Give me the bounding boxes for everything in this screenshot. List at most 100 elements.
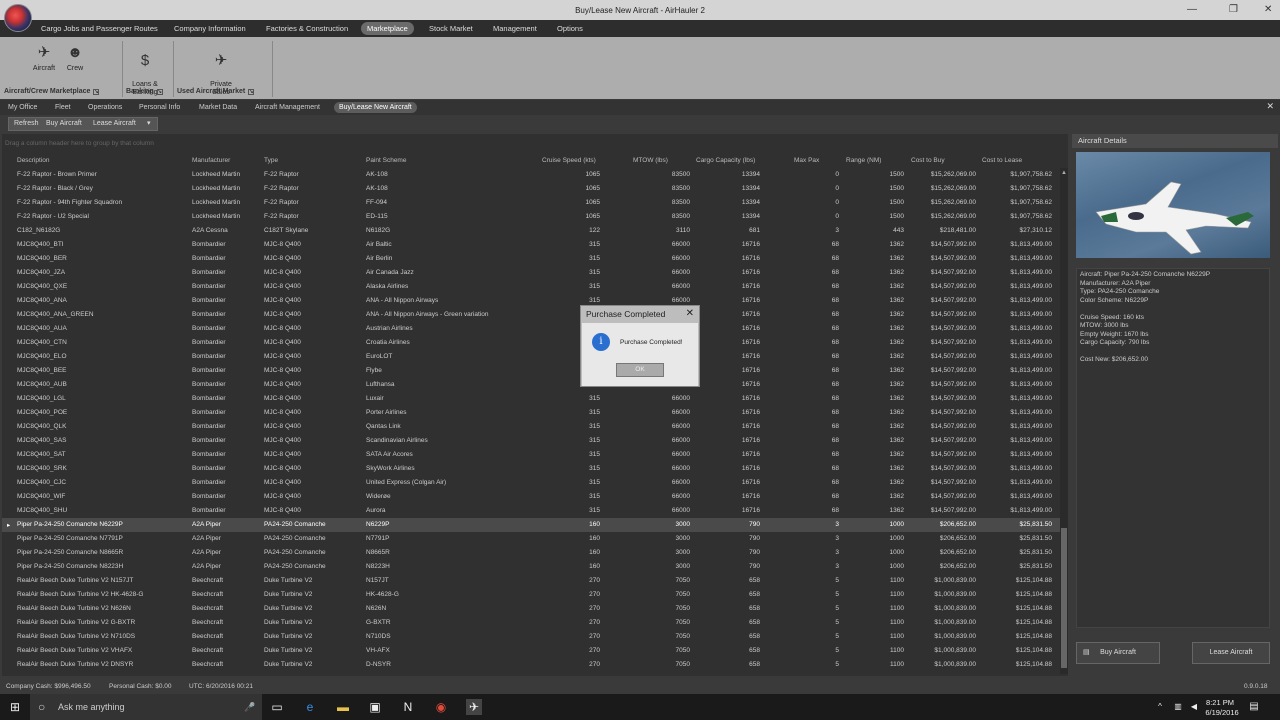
column-header[interactable]: Description — [17, 157, 50, 164]
table-row[interactable]: MJC8Q400_AUA Bombardier MJC-8 Q400 Austrian… — [2, 322, 1060, 336]
aircraft-button[interactable]: ✈ Aircraft — [28, 43, 60, 72]
menu-cargo-jobs[interactable]: Cargo Jobs and Passenger Routes — [35, 22, 164, 35]
table-row[interactable]: RealAir Beech Duke Turbine V2 N710DS Beec… — [2, 630, 1060, 644]
tab-market-data[interactable]: Market Data — [194, 102, 242, 113]
action-center-icon[interactable]: ▤ — [1246, 699, 1262, 715]
table-row[interactable]: MJC8Q400_SHU Bombardier MJC-8 Q400 Aurora 31… — [2, 504, 1060, 518]
close-window-icon[interactable]: ✕ — [1264, 4, 1272, 15]
table-row[interactable]: F-22 Raptor - 94th Fighter Squadron Lockh… — [2, 196, 1060, 210]
table-row[interactable]: MJC8Q400_SAT Bombardier MJC-8 Q400 SATA Air… — [2, 448, 1060, 462]
table-row[interactable]: RealAir Beech Duke Turbine V2 HK-4628-G B… — [2, 588, 1060, 602]
menu-marketplace[interactable]: Marketplace — [361, 22, 414, 35]
table-row[interactable]: Piper Pa-24-250 Comanche N8665R A2A Piper… — [2, 546, 1060, 560]
scroll-up-icon[interactable]: ▲ — [1061, 170, 1067, 176]
cortana-search[interactable]: ○ Ask me anything 🎤 — [30, 694, 262, 720]
table-row[interactable]: MJC8Q400_SRK Bombardier MJC-8 Q400 SkyWork … — [2, 462, 1060, 476]
table-row[interactable]: MJC8Q400_BTI Bombardier MJC-8 Q400 Air Balt… — [2, 238, 1060, 252]
crew-button[interactable]: ☻ Crew — [62, 43, 88, 72]
table-row[interactable]: MJC8Q400_QXE Bombardier MJC-8 Q400 Alaska A… — [2, 280, 1060, 294]
table-row[interactable]: RealAir Beech Duke Turbine V2 N157JT Beec… — [2, 574, 1060, 588]
tab-my-office[interactable]: My Office — [3, 102, 42, 113]
table-cell: $14,507,992.00 — [930, 423, 976, 430]
table-row[interactable]: MJC8Q400_CJC Bombardier MJC-8 Q400 United E… — [2, 476, 1060, 490]
table-row[interactable]: MJC8Q400_SAS Bombardier MJC-8 Q400 Scandina… — [2, 434, 1060, 448]
table-row[interactable]: MJC8Q400_BER Bombardier MJC-8 Q400 Air Berl… — [2, 252, 1060, 266]
menu-company-information[interactable]: Company Information — [168, 22, 252, 35]
table-row[interactable]: Piper Pa-24-250 Comanche N8223H A2A Piper… — [2, 560, 1060, 574]
menu-stock-market[interactable]: Stock Market — [423, 22, 479, 35]
minimize-icon[interactable]: — — [1187, 4, 1197, 15]
column-header[interactable]: Cargo Capacity (lbs) — [696, 157, 755, 164]
table-row[interactable]: MJC8Q400_LGL Bombardier MJC-8 Q400 Luxair 31… — [2, 392, 1060, 406]
table-row[interactable]: MJC8Q400_ANA Bombardier MJC-8 Q400 ANA - Al… — [2, 294, 1060, 308]
table-row[interactable]: MJC8Q400_POE Bombardier MJC-8 Q400 Porter A… — [2, 406, 1060, 420]
column-header[interactable]: Manufacturer — [192, 157, 230, 164]
toolbar-dropdown-icon[interactable]: ▾ — [147, 118, 151, 129]
tab-fleet[interactable]: Fleet — [50, 102, 76, 113]
close-tab-icon[interactable]: ✕ — [1266, 101, 1274, 112]
tab-aircraft-management[interactable]: Aircraft Management — [250, 102, 325, 113]
clock-date[interactable]: 6/19/2016 — [1202, 708, 1242, 717]
column-header[interactable]: Paint Scheme — [366, 157, 406, 164]
table-row[interactable]: RealAir Beech Duke Turbine V2 VHAFX Beech… — [2, 644, 1060, 658]
table-row[interactable]: MJC8Q400_ANA_GREEN Bombardier MJC-8 Q400 AN… — [2, 308, 1060, 322]
grid-scrollbar[interactable]: ▲ — [1060, 168, 1068, 674]
app-logo[interactable] — [4, 4, 32, 32]
lease-aircraft-button[interactable]: Lease Aircraft — [1192, 642, 1270, 664]
maximize-icon[interactable]: ❐ — [1229, 4, 1238, 15]
file-explorer-icon[interactable]: ▬ — [335, 699, 351, 715]
expand-icon[interactable]: ↘ — [93, 89, 100, 95]
windows-start-icon[interactable]: ⊞ — [7, 699, 23, 715]
app-n-icon[interactable]: N — [400, 699, 416, 715]
buy-aircraft-button[interactable]: ▤ Buy Aircraft — [1076, 642, 1160, 664]
volume-icon[interactable]: ◀ — [1186, 699, 1202, 715]
column-header[interactable]: Range (NM) — [846, 157, 881, 164]
table-row[interactable]: F-22 Raptor - Black / Grey Lockheed Marti… — [2, 182, 1060, 196]
table-row[interactable]: MJC8Q400_WIF Bombardier MJC-8 Q400 Widerøe 3… — [2, 490, 1060, 504]
table-row[interactable]: MJC8Q400_CTN Bombardier MJC-8 Q400 Croatia … — [2, 336, 1060, 350]
refresh-button[interactable]: Refresh — [14, 118, 39, 129]
dialog-close-icon[interactable]: ✕ — [686, 308, 694, 319]
ok-button[interactable]: OK — [616, 363, 664, 377]
network-icon[interactable]: ▥ — [1170, 699, 1186, 715]
clock-time[interactable]: 8:21 PM — [1202, 698, 1238, 707]
column-header[interactable]: Cruise Speed (kts) — [542, 157, 596, 164]
table-row[interactable]: MJC8Q400_BEEBombardierMJC-8 Q400Flybe315… — [2, 364, 1060, 378]
menu-management[interactable]: Management — [487, 22, 543, 35]
buy-aircraft-toolbar-button[interactable]: Buy Aircraft — [46, 118, 82, 129]
column-header[interactable]: Max Pax — [794, 157, 819, 164]
tray-up-icon[interactable]: ^ — [1152, 699, 1168, 715]
table-row[interactable]: RealAir Beech Duke Turbine V2 DNSYR Beech… — [2, 658, 1060, 672]
table-row[interactable]: C182_N6182G A2A Cessna C182T Skylane N6182G… — [2, 224, 1060, 238]
table-row[interactable]: MJC8Q400_JZA Bombardier MJC-8 Q400 Air Cana… — [2, 266, 1060, 280]
column-header[interactable]: Cost to Buy — [911, 157, 945, 164]
table-row[interactable]: RealAir Beech Duke Turbine V2 G-BXTR Beec… — [2, 616, 1060, 630]
task-view-icon[interactable]: ▭ — [269, 699, 285, 715]
scroll-thumb[interactable] — [1061, 528, 1067, 668]
tab-buy-lease[interactable]: Buy/Lease New Aircraft — [334, 102, 417, 113]
table-row[interactable]: ▸ Piper Pa-24-250 Comanche N6229P A2A Pipe… — [2, 518, 1060, 532]
store-icon[interactable]: ▣ — [367, 699, 383, 715]
airhauler-taskbar-icon[interactable]: ✈ — [466, 699, 482, 715]
tab-personal-info[interactable]: Personal Info — [134, 102, 185, 113]
table-row[interactable]: Piper Pa-24-250 Comanche N7791P A2A Piper… — [2, 532, 1060, 546]
column-header[interactable]: MTOW (lbs) — [633, 157, 668, 164]
column-header[interactable]: Type — [264, 157, 278, 164]
table-row[interactable]: RealAir Beech Duke Turbine V2 N626N Beech… — [2, 602, 1060, 616]
table-row[interactable]: F-22 Raptor - Brown Primer Lockheed Marti… — [2, 168, 1060, 182]
table-row[interactable]: F-22 Raptor - U2 Special Lockheed Martin F… — [2, 210, 1060, 224]
menu-options[interactable]: Options — [551, 22, 589, 35]
edge-icon[interactable]: e — [302, 699, 318, 715]
table-row[interactable]: MJC8Q400_AUB Bombardier MJC-8 Q400 Lufthans… — [2, 378, 1060, 392]
microphone-icon[interactable]: 🎤 — [244, 694, 255, 720]
expand-icon[interactable]: ↘ — [248, 89, 255, 95]
menu-factories[interactable]: Factories & Construction — [260, 22, 354, 35]
tab-operations[interactable]: Operations — [83, 102, 127, 113]
chrome-icon[interactable]: ◉ — [433, 699, 449, 715]
lease-aircraft-toolbar-button[interactable]: Lease Aircraft — [93, 118, 136, 129]
detail-line: MTOW: 3000 lbs — [1080, 322, 1129, 329]
expand-icon[interactable]: ↘ — [156, 89, 163, 95]
table-row[interactable]: MJC8Q400_ELOBombardierMJC-8 Q400EuroLOT3… — [2, 350, 1060, 364]
table-row[interactable]: MJC8Q400_QLK Bombardier MJC-8 Q400 Qantas L… — [2, 420, 1060, 434]
column-header[interactable]: Cost to Lease — [982, 157, 1022, 164]
